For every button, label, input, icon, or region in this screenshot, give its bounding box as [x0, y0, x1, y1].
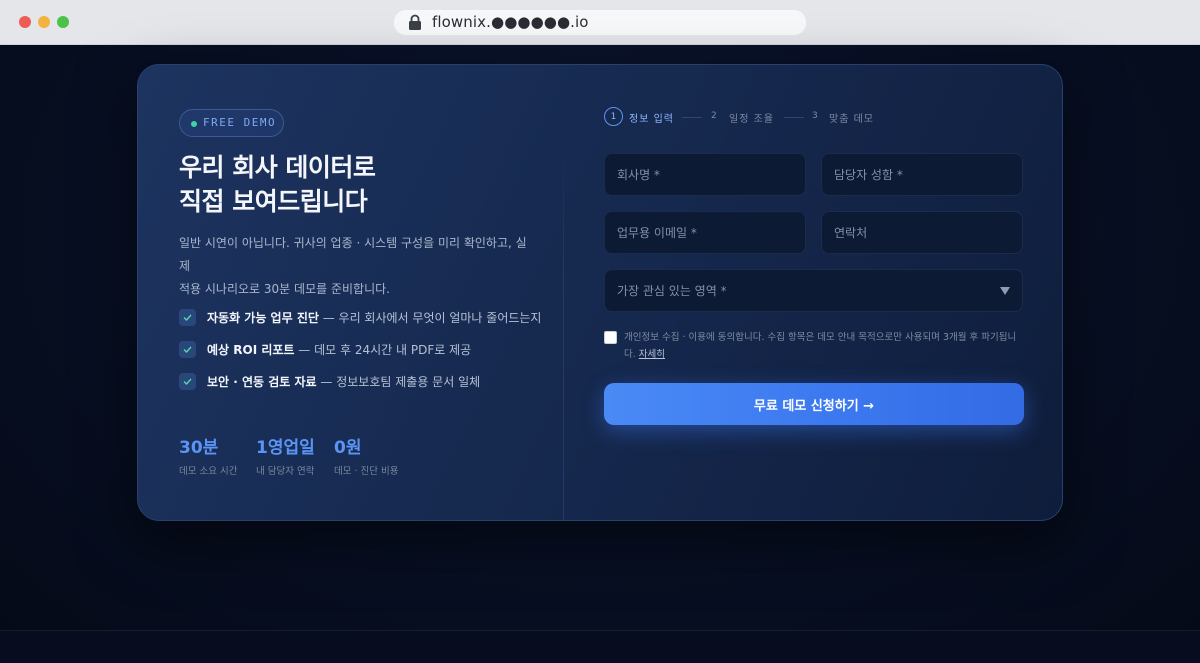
stat-value: 1영업일: [256, 438, 315, 458]
consent-checkbox[interactable]: [604, 331, 617, 344]
check-icon: [179, 340, 196, 358]
lock-icon: [408, 14, 422, 35]
column-divider: [563, 145, 564, 520]
check-icon: [179, 372, 196, 390]
address-bar[interactable]: flownix.●●●●●●.io: [394, 10, 806, 35]
close-window-button[interactable]: [19, 16, 31, 28]
demo-request-card: FREE DEMO 우리 회사 데이터로 직접 보여드립니다 일반 시연이 아닙…: [137, 64, 1063, 521]
check-icon: [179, 308, 196, 326]
step-indicator: 1 정보 입력 2 일정 조율 3 맞춤 데모: [604, 107, 1024, 127]
title-line-2: 직접 보여드립니다: [179, 187, 368, 216]
feature-item: 자동화 가능 업무 진단 — 우리 회사에서 무엇이 얼마나 줄어드는지: [179, 301, 559, 333]
step-3-number: 3: [812, 111, 818, 121]
consent-details-link[interactable]: 자세히: [639, 349, 665, 360]
chevron-down-icon: [1000, 284, 1010, 298]
stat-label: 데모 · 진단 비용: [334, 466, 399, 477]
free-demo-badge: FREE DEMO: [179, 109, 284, 137]
step-1-circle: 1: [604, 107, 623, 126]
feature-item: 보안 · 연동 검토 자료 — 정보보호팀 제출용 문서 일체: [179, 365, 559, 397]
page-footer: [0, 630, 1200, 663]
company-input[interactable]: 회사명 *: [604, 153, 806, 196]
step-2-label: 일정 조율: [729, 114, 774, 125]
step-1-label: 정보 입력: [629, 114, 674, 125]
minimize-window-button[interactable]: [38, 16, 50, 28]
feature-item: 예상 ROI 리포트 — 데모 후 24시간 내 PDF로 제공: [179, 333, 559, 365]
stat-label: 내 담당자 연락: [256, 466, 315, 477]
browser-chrome: flownix.●●●●●●.io: [0, 0, 1200, 45]
stat-item: 0원 데모 · 진단 비용: [334, 433, 399, 477]
stat-item: 30분 데모 소요 시간: [179, 433, 237, 477]
stat-item: 1영업일 내 담당자 연락: [256, 433, 315, 477]
interest-select[interactable]: 가장 관심 있는 영역 *: [604, 269, 1023, 312]
stat-value: 30분: [179, 438, 219, 458]
url-text: flownix.●●●●●●.io: [432, 13, 589, 31]
title-line-1: 우리 회사 데이터로: [179, 153, 376, 182]
interest-select-placeholder: 가장 관심 있는 영역 *: [617, 284, 727, 298]
consent-text: 개인정보 수집 · 이용에 동의합니다. 수집 항목은 데모 안내 목적으로만 …: [624, 332, 1017, 360]
stat-value: 0원: [334, 438, 362, 458]
feature-list: 자동화 가능 업무 진단 — 우리 회사에서 무엇이 얼마나 줄어드는지 예상 …: [179, 301, 559, 397]
description-line-2: 적용 시나리오로 30분 데모를 준비합니다.: [179, 282, 390, 296]
description-line-1: 일반 시연이 아닙니다. 귀사의 업종 · 시스템 구성을 미리 확인하고, 실…: [179, 236, 527, 273]
status-dot-icon: [191, 121, 197, 127]
submit-demo-button[interactable]: 무료 데모 신청하기 →: [604, 383, 1024, 425]
page-title: 우리 회사 데이터로 직접 보여드립니다: [179, 151, 519, 219]
feature-text: 자동화 가능 업무 진단 — 우리 회사에서 무엇이 얼마나 줄어드는지: [207, 310, 542, 325]
badge-label: FREE DEMO: [203, 116, 277, 129]
step-2-number: 2: [711, 111, 717, 121]
maximize-window-button[interactable]: [57, 16, 69, 28]
hero-description: 일반 시연이 아닙니다. 귀사의 업종 · 시스템 구성을 미리 확인하고, 실…: [179, 232, 534, 301]
email-input[interactable]: 업무용 이메일 *: [604, 211, 806, 254]
stat-label: 데모 소요 시간: [179, 466, 238, 477]
step-3-label: 맞춤 데모: [829, 114, 874, 125]
step-connector: [682, 117, 702, 118]
phone-input[interactable]: 연락처: [821, 211, 1023, 254]
feature-text: 보안 · 연동 검토 자료 — 정보보호팀 제출용 문서 일체: [207, 374, 481, 389]
contact-name-input[interactable]: 담당자 성함 *: [821, 153, 1023, 196]
step-connector: [784, 117, 804, 118]
feature-text: 예상 ROI 리포트 — 데모 후 24시간 내 PDF로 제공: [207, 342, 472, 357]
